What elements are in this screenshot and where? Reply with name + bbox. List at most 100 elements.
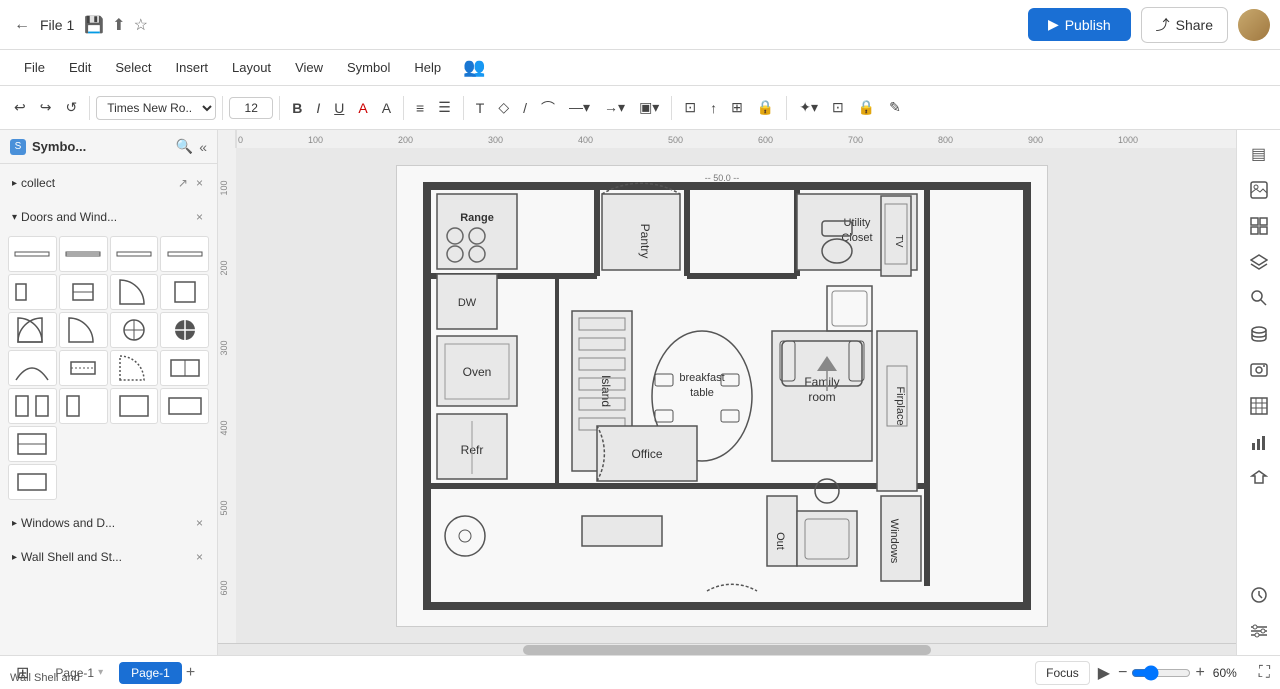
symbol-door-1[interactable] [8,236,57,272]
symbol-door-12[interactable] [160,312,209,348]
sidebar-search-btn[interactable]: 🔍 [176,138,193,155]
upload-icon[interactable]: ⬆ [112,15,125,35]
italic-button[interactable]: I [310,96,326,120]
avatar[interactable] [1238,9,1270,41]
symbol-door-17[interactable] [8,388,57,424]
collab-icon[interactable]: 👥 [463,57,485,78]
symbol-door-10[interactable] [59,312,108,348]
db-panel-btn[interactable] [1243,318,1275,350]
undo-button[interactable]: ↩ [8,95,32,120]
list-button[interactable]: ☰ [432,95,457,120]
menu-help[interactable]: Help [404,56,451,79]
menu-insert[interactable]: Insert [166,56,219,79]
windows-close-btn[interactable]: × [194,514,205,532]
symbol-door-16[interactable] [160,350,209,386]
publish-button[interactable]: ▶ Publish [1028,8,1131,41]
fullscreen-button[interactable]: ⛶ [1259,664,1270,682]
symbol-door-13[interactable] [8,350,57,386]
font-family-select[interactable]: Times New Ro... [96,96,216,120]
symbol-door-19[interactable] [110,388,159,424]
format-panel-btn[interactable]: ▤ [1243,138,1275,170]
size-button[interactable]: ⊞ [725,95,749,120]
shadow-button[interactable]: ⊡ [678,95,702,120]
history-panel-btn[interactable] [1243,579,1275,611]
font-color-button[interactable]: A [352,96,373,120]
menu-view[interactable]: View [285,56,333,79]
symbol-door-5[interactable] [8,274,57,310]
underline-button[interactable]: U [328,96,350,120]
zoom-out-button[interactable]: − [1118,664,1127,682]
shape-button[interactable]: ▣▾ [633,95,665,120]
symbol-door-14[interactable] [59,350,108,386]
line-button[interactable]: / [517,96,533,120]
page-tab-dropdown[interactable]: ▾ [98,667,103,678]
page-1-active-tab[interactable]: Page-1 [119,662,182,684]
format-text-button[interactable]: A [376,96,397,120]
symbol-door-4[interactable] [160,236,209,272]
arrow-button[interactable]: →▾ [598,95,631,120]
sidebar-section-collect-header[interactable]: ▸ collect ↗ × [4,168,213,198]
share-button[interactable]: ⤴ Share [1141,7,1228,43]
symbol-door-11[interactable] [110,312,159,348]
sidebar-section-wallshell-header[interactable]: ▸ Wall Shell and St... × [4,542,213,572]
sidebar-section-doors-header[interactable]: ▾ Doors and Wind... × [4,202,213,232]
sidebar-collapse-btn[interactable]: « [199,139,207,155]
symbol-door-18[interactable] [59,388,108,424]
zoom-slider[interactable] [1131,665,1191,681]
symbol-door-2[interactable] [59,236,108,272]
canvas-area[interactable]: 100 200 300 400 500 600 [218,148,1236,643]
table-panel-btn[interactable] [1243,390,1275,422]
lock-button[interactable]: 🔒 [751,95,780,120]
fill-button[interactable]: ◇ [492,95,515,120]
play-btn[interactable]: ▶ [1098,663,1110,683]
symbol-door-3[interactable] [110,236,159,272]
collect-close-btn[interactable]: × [194,174,205,192]
ai-button[interactable]: ✦▾ [793,95,824,120]
transform-panel-btn[interactable] [1243,462,1275,494]
symbol-door-21[interactable] [8,426,57,462]
photo-panel-btn[interactable] [1243,354,1275,386]
front-button[interactable]: ↑ [704,96,723,120]
collect-external-btn[interactable]: ↗ [176,174,190,192]
layers-panel-btn[interactable] [1243,246,1275,278]
menu-symbol[interactable]: Symbol [337,56,400,79]
menu-layout[interactable]: Layout [222,56,281,79]
scrollbar-thumb[interactable] [523,645,930,655]
symbol-door-15[interactable] [110,350,159,386]
edit-button[interactable]: ✎ [883,95,907,120]
align-button[interactable]: ≡ [410,96,430,120]
search-panel-btn[interactable] [1243,282,1275,314]
grid-panel-btn[interactable] [1243,210,1275,242]
redo-button[interactable]: ↪ [34,95,58,120]
stats-panel-btn[interactable] [1243,426,1275,458]
crop-button[interactable]: ⊡ [826,95,850,120]
symbol-door-7[interactable] [110,274,159,310]
menu-file[interactable]: File [14,56,55,79]
font-size-input[interactable] [229,97,273,119]
back-button[interactable]: ← [10,12,34,38]
symbol-door-22[interactable] [8,464,57,500]
menu-select[interactable]: Select [105,56,161,79]
horizontal-scrollbar[interactable] [218,643,1236,655]
wallshell-close-btn[interactable]: × [194,548,205,566]
save-icon[interactable]: 💾 [84,15,104,35]
symbol-door-9[interactable] [8,312,57,348]
line-style-button[interactable]: —▾ [563,95,596,120]
image-panel-btn[interactable] [1243,174,1275,206]
symbol-door-20[interactable] [160,388,209,424]
bold-button[interactable]: B [286,96,308,120]
sidebar-section-windows-header[interactable]: ▸ Windows and D... × [4,508,213,538]
lock2-button[interactable]: 🔒 [852,95,881,120]
add-page-button[interactable]: + [186,664,195,682]
symbol-door-6[interactable] [59,274,108,310]
symbol-door-8[interactable] [160,274,209,310]
textbox-button[interactable]: T [470,96,491,120]
zoom-in-button[interactable]: + [1195,664,1204,682]
reset-button[interactable]: ↺ [59,95,83,120]
menu-edit[interactable]: Edit [59,56,101,79]
focus-button[interactable]: Focus [1035,661,1090,685]
doors-close-btn[interactable]: × [194,208,205,226]
settings-extra-btn[interactable] [1243,615,1275,647]
star-icon[interactable]: ☆ [134,15,148,35]
connector-button[interactable]: ⌒ [535,94,561,122]
